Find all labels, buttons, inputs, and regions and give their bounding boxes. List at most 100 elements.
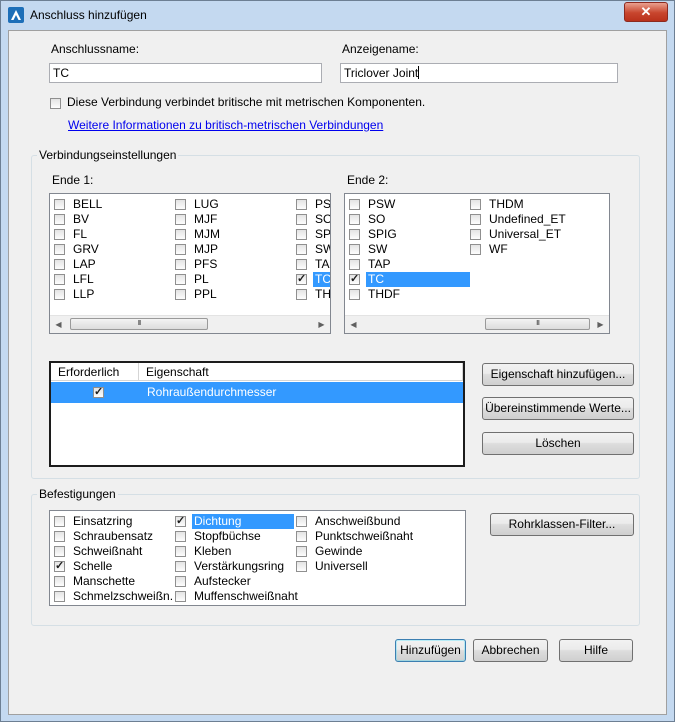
list-item-label: FL — [73, 227, 88, 241]
list-item-checkbox[interactable] — [349, 259, 360, 270]
list-item-checkbox[interactable] — [54, 516, 65, 527]
list-item-checkbox[interactable] — [296, 561, 307, 572]
list-item-checkbox[interactable] — [470, 244, 481, 255]
list-item-checkbox[interactable] — [54, 576, 65, 587]
connection-name-input[interactable]: TC — [49, 63, 322, 83]
list-item-checkbox[interactable] — [470, 214, 481, 225]
end2-hscrollbar[interactable]: ◀ III ▶ — [345, 315, 609, 333]
list-item-checkbox[interactable] — [296, 199, 307, 210]
list-item-checkbox[interactable] — [54, 214, 65, 225]
list-item-checkbox[interactable] — [175, 514, 186, 529]
display-name-label: Anzeigename: — [342, 42, 419, 56]
list-item-checkbox[interactable] — [54, 559, 65, 574]
list-item-checkbox[interactable] — [175, 561, 186, 572]
list-item-checkbox[interactable] — [54, 259, 65, 270]
scroll-right-icon[interactable]: ▶ — [592, 316, 609, 333]
column-header-required[interactable]: Erforderlich — [51, 363, 139, 381]
list-item-label: THDF — [368, 287, 400, 301]
scroll-left-icon[interactable]: ◀ — [345, 316, 362, 333]
add-button[interactable]: Hinzufügen — [395, 639, 466, 662]
list-item-label: PFS — [194, 257, 218, 271]
list-item-checkbox[interactable] — [349, 244, 360, 255]
list-item-checkbox[interactable] — [296, 244, 307, 255]
list-item-checkbox[interactable] — [175, 214, 186, 225]
list-item-checkbox[interactable] — [54, 289, 65, 300]
list-item-label: MJF — [194, 212, 218, 226]
list-item-checkbox[interactable] — [175, 229, 186, 240]
list-item-checkbox[interactable] — [54, 199, 65, 210]
list-item-checkbox[interactable] — [470, 229, 481, 240]
list-item-label: Verstärkungsring — [194, 559, 285, 573]
list-item-checkbox[interactable] — [349, 229, 360, 240]
close-button[interactable]: ✕ — [624, 2, 668, 22]
list-item-label: BV — [73, 212, 90, 226]
list-item-checkbox[interactable] — [54, 591, 65, 602]
list-item-checkbox[interactable] — [54, 546, 65, 557]
list-item-checkbox[interactable] — [175, 576, 186, 587]
list-item-checkbox[interactable] — [296, 516, 307, 527]
list-item-checkbox[interactable] — [296, 289, 307, 300]
list-item-checkbox[interactable] — [54, 229, 65, 240]
add-property-button[interactable]: Eigenschaft hinzufügen... — [482, 363, 634, 386]
list-item-label: TAP — [315, 257, 330, 271]
list-item-label: PL — [194, 272, 209, 286]
delete-button[interactable]: Löschen — [482, 432, 634, 455]
list-item-checkbox[interactable] — [349, 214, 360, 225]
scroll-thumb[interactable]: III — [70, 318, 208, 330]
list-item-checkbox[interactable] — [175, 531, 186, 542]
list-item-checkbox[interactable] — [175, 244, 186, 255]
list-item-checkbox[interactable] — [54, 531, 65, 542]
list-item-checkbox[interactable] — [296, 531, 307, 542]
list-item-checkbox[interactable] — [296, 259, 307, 270]
scroll-right-icon[interactable]: ▶ — [313, 316, 330, 333]
list-item-checkbox[interactable] — [349, 289, 360, 300]
list-item-checkbox[interactable] — [296, 229, 307, 240]
list-item-checkbox[interactable] — [296, 272, 307, 287]
help-button[interactable]: Hilfe — [559, 639, 633, 662]
display-name-input[interactable]: Triclover Joint — [340, 63, 618, 83]
list-item-checkbox[interactable] — [296, 214, 307, 225]
list-item-label: SO — [315, 212, 331, 226]
list-item-checkbox[interactable] — [175, 199, 186, 210]
list-item-label: THDF — [315, 287, 331, 301]
list-item-checkbox[interactable] — [175, 289, 186, 300]
connection-name-value: TC — [53, 66, 69, 80]
table-row[interactable]: Rohraußendurchmesser — [51, 382, 463, 403]
list-item-label: SPIG — [315, 227, 331, 241]
cancel-button[interactable]: Abbrechen — [473, 639, 548, 662]
scroll-left-icon[interactable]: ◀ — [50, 316, 67, 333]
list-item-checkbox[interactable] — [175, 274, 186, 285]
imperial-metric-checkbox[interactable] — [50, 98, 61, 109]
list-item-checkbox[interactable] — [175, 591, 186, 602]
list-item-label: Universell — [315, 559, 368, 573]
list-item-checkbox[interactable] — [296, 546, 307, 557]
window-title: Anschluss hinzufügen — [30, 8, 147, 22]
scroll-thumb[interactable]: III — [485, 318, 590, 330]
end1-hscrollbar[interactable]: ◀ III ▶ — [50, 315, 330, 333]
column-header-property[interactable]: Eigenschaft — [139, 363, 463, 381]
list-item-checkbox[interactable] — [175, 546, 186, 557]
fasteners-listbox[interactable]: EinsatzringSchraubensatzSchweißnahtSchel… — [49, 510, 466, 606]
list-item-checkbox[interactable] — [54, 244, 65, 255]
connection-settings-title: Verbindungseinstellungen — [37, 148, 179, 162]
imperial-metric-info-link[interactable]: Weitere Informationen zu britisch-metris… — [68, 118, 383, 132]
required-checkbox[interactable] — [93, 385, 104, 398]
property-table[interactable]: Erforderlich Eigenschaft Rohraußendurchm… — [49, 361, 465, 467]
list-item-checkbox[interactable] — [175, 259, 186, 270]
list-item-label: LFL — [73, 272, 94, 286]
list-item-checkbox[interactable] — [470, 199, 481, 210]
close-icon: ✕ — [640, 4, 652, 19]
list-item-label: TC — [313, 272, 330, 287]
list-item-label: Undefined_ET — [489, 212, 566, 226]
list-item-label: Schelle — [73, 559, 113, 573]
end2-listbox[interactable]: ◀ III ▶ PSWSOSPIGSWTAPTCTHDF THDMUndefine… — [344, 193, 610, 334]
pipe-class-filter-button[interactable]: Rohrklassen-Filter... — [490, 513, 634, 536]
list-item-label: SW — [368, 242, 388, 256]
list-item-checkbox[interactable] — [349, 272, 360, 287]
list-item-checkbox[interactable] — [349, 199, 360, 210]
matching-values-button[interactable]: Übereinstimmende Werte... — [482, 397, 634, 420]
title-bar[interactable]: Anschluss hinzufügen ✕ — [1, 1, 674, 29]
list-item-label: Stopfbüchse — [194, 529, 261, 543]
end1-listbox[interactable]: ◀ III ▶ BELL BV FL GRV LAP LFL LLP LUG MJF MJM MJP… — [49, 193, 331, 334]
list-item-checkbox[interactable] — [54, 274, 65, 285]
